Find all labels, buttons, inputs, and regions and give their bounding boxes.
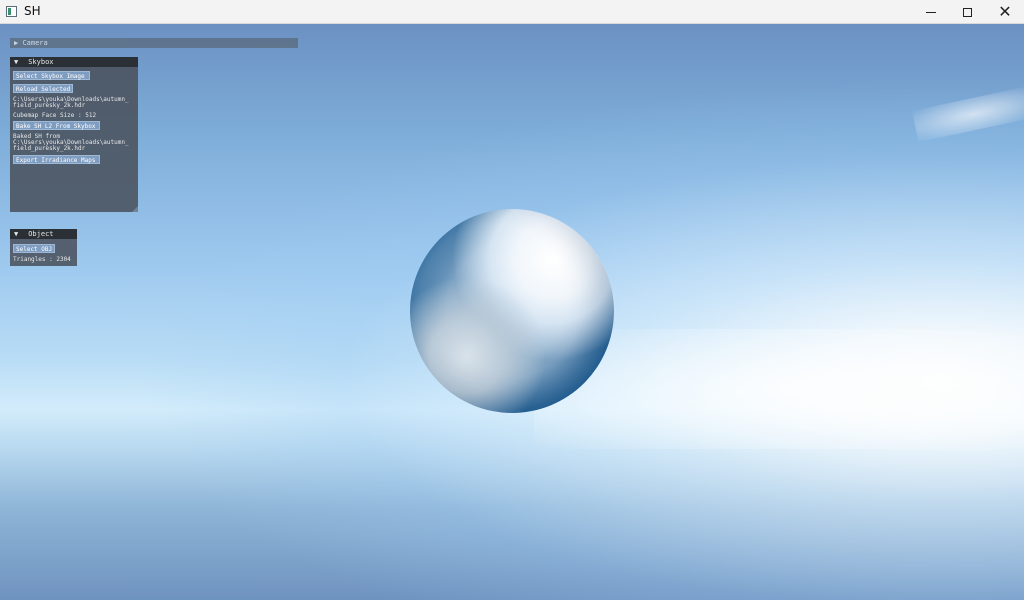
camera-panel-header[interactable]: ▶ Camera <box>10 38 298 48</box>
sky-cloud <box>911 85 1024 143</box>
skybox-path-line-2: field_puresky_2k.hdr <box>13 102 86 109</box>
window-title: SH <box>24 4 41 18</box>
reload-selected-button[interactable]: Reload Selected <box>13 84 73 93</box>
select-skybox-image-button[interactable]: Select Skybox Image <box>13 71 90 80</box>
maximize-icon <box>962 7 972 17</box>
app-icon <box>6 6 17 17</box>
object-panel-label: Object <box>28 230 54 238</box>
maximize-button[interactable] <box>948 0 986 24</box>
baked-path-line-2: field_puresky_2k.hdr <box>13 145 86 152</box>
collapse-down-icon: ▼ <box>14 58 19 66</box>
collapse-down-icon: ▼ <box>14 230 19 238</box>
close-button[interactable]: ✕ <box>986 0 1024 24</box>
skybox-panel: ▼ Skybox Select Skybox Image Reload Sele… <box>10 57 138 212</box>
object-panel-header[interactable]: ▼ Object <box>10 229 77 239</box>
select-obj-button[interactable]: Select OBJ <box>13 244 55 253</box>
triangle-count: Triangles : 2304 <box>13 256 71 263</box>
close-icon: ✕ <box>998 2 1012 21</box>
skybox-panel-label: Skybox <box>28 58 54 66</box>
minimize-button[interactable] <box>912 0 950 24</box>
resize-grip-icon[interactable] <box>132 206 138 212</box>
skybox-panel-header[interactable]: ▼ Skybox <box>10 57 138 67</box>
expand-right-icon: ▶ <box>14 39 19 47</box>
render-viewport[interactable]: ▶ Camera ▼ Skybox Select Skybox Image Re… <box>0 24 1024 600</box>
object-panel: ▼ Object Select OBJ Triangles : 2304 <box>10 229 77 266</box>
minimize-icon <box>926 11 936 13</box>
rendered-sphere <box>410 209 614 413</box>
sky-glow <box>534 329 1024 449</box>
export-irradiance-maps-button[interactable]: Export Irradiance Maps <box>13 155 100 164</box>
camera-panel-label: Camera <box>22 39 48 47</box>
cubemap-face-size: Cubemap Face Size : 512 <box>13 112 97 119</box>
window-titlebar: SH ✕ <box>0 0 1024 24</box>
bake-sh-button[interactable]: Bake SH L2 From Skybox <box>13 121 100 130</box>
camera-panel-label-wrap: ▶ Camera <box>14 38 48 48</box>
